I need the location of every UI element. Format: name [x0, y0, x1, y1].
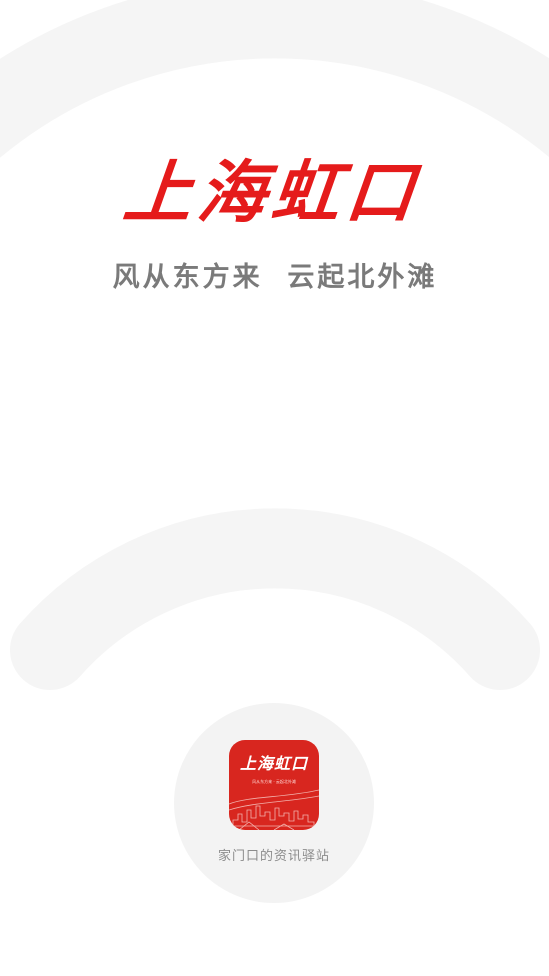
wifi-arc-inner	[10, 508, 540, 690]
app-logo-icon: 上海虹口 风从东方来 · 云起北外滩	[229, 740, 319, 830]
slogan: 风从东方来 云起北外滩	[112, 262, 438, 293]
logo-title: 上海虹口	[119, 153, 425, 233]
tagline: 家门口的资讯驿站	[217, 849, 330, 864]
splash-screen: 上海虹口 风从东方来 云起北外滩 上海虹口 风从东方来 · 云起北外滩 家门口的…	[0, 0, 549, 976]
city-skyline-icon	[229, 789, 319, 830]
app-icon-title: 上海虹口	[239, 754, 308, 773]
app-icon-subtitle: 风从东方来 · 云起北外滩	[252, 779, 296, 784]
